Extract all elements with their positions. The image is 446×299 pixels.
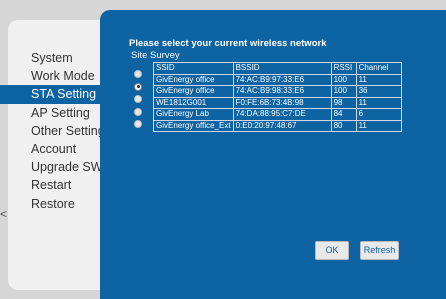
cell-rssi: 100 <box>330 73 357 86</box>
refresh-button[interactable]: Refresh <box>360 241 399 260</box>
sidebar-item-restore[interactable]: Restore <box>0 195 110 213</box>
cell-channel: 11 <box>355 119 402 132</box>
cell-ssid: GivEnergy office_Ext <box>153 119 234 132</box>
table-row[interactable]: GivEnergy office 74:AC:B9:98:33:E6 100 3… <box>153 85 402 98</box>
cell-bssid: 74:DA:88:95:C7:DE <box>232 108 332 121</box>
sidebar-item-system[interactable]: System <box>0 49 110 67</box>
cell-rssi: 84 <box>330 108 357 121</box>
site-survey-label: Site Survey <box>131 50 180 61</box>
sidebar-item-account[interactable]: Account <box>0 140 110 158</box>
network-radio-2[interactable] <box>134 95 142 104</box>
table-row[interactable]: WE1812G001 F0:FE:6B:73:4B:98 98 11 <box>153 96 402 109</box>
column-header-ssid: SSID <box>153 62 234 75</box>
cell-bssid: F0:FE:6B:73:4B:98 <box>232 96 332 109</box>
cell-bssid: 74:AC:B9:98:33:E6 <box>232 85 332 98</box>
cell-bssid: 0:E0:20:97:48:67 <box>232 119 332 132</box>
page-title: Please select your current wireless netw… <box>129 38 327 49</box>
main-panel: Please select your current wireless netw… <box>100 10 446 299</box>
sidebar-item-restart[interactable]: Restart <box>0 176 110 194</box>
cell-rssi: 80 <box>330 119 357 132</box>
cell-channel: 36 <box>355 85 402 98</box>
table-row[interactable]: GivEnergy office 74:AC:B9:97:33:E6 100 1… <box>153 73 402 86</box>
cell-channel: 11 <box>355 73 402 86</box>
network-radio-1[interactable] <box>134 82 142 91</box>
cell-bssid: 74:AC:B9:97:33:E6 <box>232 73 332 86</box>
cell-ssid: GivEnergy office <box>153 85 234 98</box>
cell-channel: 6 <box>355 108 402 121</box>
sidebar-item-sta-setting[interactable]: STA Setting <box>0 85 110 104</box>
sidebar-item-other-setting[interactable]: Other Setting <box>0 122 110 140</box>
table-row[interactable]: GivEnergy Lab 74:DA:88:95:C7:DE 84 6 <box>153 108 402 121</box>
sidebar-item-work-mode[interactable]: Work Mode <box>0 67 110 85</box>
cell-rssi: 100 <box>330 85 357 98</box>
sidebar-item-upgrade-sw[interactable]: Upgrade SW <box>0 158 110 176</box>
cell-ssid: GivEnergy Lab <box>153 108 234 121</box>
ok-button[interactable]: OK <box>315 241 349 260</box>
network-radio-0[interactable] <box>134 70 142 78</box>
cell-rssi: 98 <box>330 96 357 109</box>
cell-ssid: WE1812G001 <box>153 96 234 109</box>
column-header-rssi: RSSI <box>330 62 357 75</box>
column-header-bssid: BSSID <box>232 62 332 75</box>
site-survey-table: SSID BSSID RSSI Channel GivEnergy office… <box>153 62 402 132</box>
table-row[interactable]: GivEnergy office_Ext 0:E0:20:97:48:67 80… <box>153 119 402 132</box>
network-radio-group <box>134 70 142 133</box>
sidebar-item-ap-setting[interactable]: AP Setting <box>0 104 110 122</box>
cell-ssid: GivEnergy office <box>153 73 234 86</box>
network-radio-4[interactable] <box>134 120 142 129</box>
column-header-channel: Channel <box>355 62 402 75</box>
table-header-row: SSID BSSID RSSI Channel <box>153 62 402 75</box>
network-radio-3[interactable] <box>134 107 142 116</box>
sidebar-nav: System Work Mode STA Setting AP Setting … <box>0 49 110 213</box>
cell-channel: 11 <box>355 96 402 109</box>
